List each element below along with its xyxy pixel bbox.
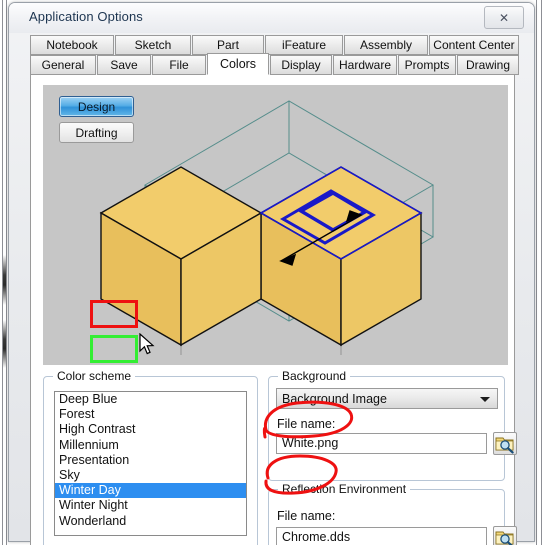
tab-label: Sketch	[134, 38, 172, 52]
color-scheme-item[interactable]: Presentation	[55, 453, 246, 468]
chevron-down-icon	[480, 396, 490, 402]
tab-row-upper: Notebook Sketch Part iFeature Assembly Conten…	[30, 35, 519, 55]
folder-search-icon	[495, 437, 514, 454]
background-divider	[541, 0, 542, 545]
tab-label: General	[41, 58, 85, 72]
tab-assembly[interactable]: Assembly	[344, 35, 428, 55]
color-scheme-group-label: Color scheme	[53, 369, 136, 383]
application-options-dialog: Application Options ✕ Notebook Sketch Part…	[8, 2, 535, 545]
tab-drawing[interactable]: Drawing	[457, 55, 519, 75]
background-divider	[6, 0, 7, 545]
tab-prompts[interactable]: Prompts	[398, 55, 456, 75]
drafting-mode-button[interactable]: Drafting	[59, 122, 134, 143]
tab-display[interactable]: Display	[270, 55, 332, 75]
tab-file[interactable]: File	[152, 55, 206, 75]
tab-label: Part	[216, 38, 239, 52]
tab-sketch[interactable]: Sketch	[115, 35, 191, 55]
tab-content-center[interactable]: Content Center	[429, 35, 519, 55]
background-filename-label: File name:	[277, 417, 336, 431]
tab-label: Hardware	[338, 58, 392, 72]
tab-hardware[interactable]: Hardware	[333, 55, 397, 75]
tab-label: Display	[281, 58, 321, 72]
background-filename-input[interactable]: White.png	[276, 433, 487, 454]
color-scheme-item[interactable]: Winter Night	[55, 498, 246, 513]
colors-tab-page: Design Drafting Color scheme Deep Blue Fo…	[30, 75, 517, 545]
tab-label: iFeature	[281, 38, 327, 52]
mouse-pointer-icon	[139, 333, 155, 355]
background-artifact	[3, 255, 6, 305]
tab-row-lower: General Save File Colors Display Hardware Prom…	[30, 53, 519, 75]
reflection-filename-input[interactable]: Chrome.dds	[276, 527, 487, 545]
annotation-rectangle-red	[90, 300, 138, 328]
screenshot-root: Application Options ✕ Notebook Sketch Part…	[0, 0, 543, 545]
tab-save[interactable]: Save	[97, 55, 151, 75]
tab-colors[interactable]: Colors	[207, 53, 269, 75]
close-icon: ✕	[498, 10, 510, 25]
preview-canvas[interactable]: Design Drafting	[43, 85, 508, 365]
tab-general[interactable]: General	[30, 55, 96, 75]
color-scheme-listbox[interactable]: Deep Blue Forest High Contrast Millennium Pr…	[54, 391, 247, 536]
tab-label: Notebook	[46, 38, 98, 52]
background-browse-button[interactable]	[493, 432, 517, 455]
color-scheme-item[interactable]: Millennium	[55, 438, 246, 453]
reflection-environment-group-label: Reflection Environment	[278, 482, 411, 496]
color-scheme-item[interactable]: Wonderland	[55, 514, 246, 529]
tab-label: Content Center	[433, 38, 515, 52]
tab-part[interactable]: Part	[192, 35, 264, 55]
reflection-browse-button[interactable]	[493, 526, 517, 545]
tab-label: File	[169, 58, 189, 72]
tab-label: Colors	[219, 57, 257, 71]
background-type-combobox[interactable]: Background Image	[276, 388, 498, 409]
reflection-filename-label: File name:	[277, 509, 336, 523]
tab-area: Notebook Sketch Part iFeature Assembly Conten…	[22, 35, 523, 545]
color-scheme-item[interactable]: Winter Day	[55, 483, 246, 499]
color-scheme-item[interactable]: Sky	[55, 468, 246, 483]
folder-search-icon	[495, 531, 514, 545]
tab-ifeature[interactable]: iFeature	[265, 35, 343, 55]
background-type-value: Background Image	[282, 391, 387, 406]
close-button[interactable]: ✕	[484, 6, 524, 29]
tab-label: Prompts	[404, 58, 450, 72]
tab-label: Assembly	[359, 38, 412, 52]
background-divider	[536, 0, 537, 545]
color-scheme-item[interactable]: Deep Blue	[55, 392, 246, 407]
color-scheme-item[interactable]: Forest	[55, 407, 246, 422]
annotation-rectangle-green	[90, 335, 138, 363]
background-group-label: Background	[278, 369, 351, 383]
window-title: Application Options	[29, 9, 143, 24]
title-bar: Application Options ✕	[9, 3, 534, 33]
background-artifact	[3, 320, 6, 368]
color-scheme-item[interactable]: High Contrast	[55, 422, 246, 437]
design-mode-button[interactable]: Design	[59, 96, 134, 117]
tab-label: Drawing	[465, 58, 510, 72]
tab-label: Save	[110, 58, 138, 72]
tab-notebook[interactable]: Notebook	[30, 35, 114, 55]
